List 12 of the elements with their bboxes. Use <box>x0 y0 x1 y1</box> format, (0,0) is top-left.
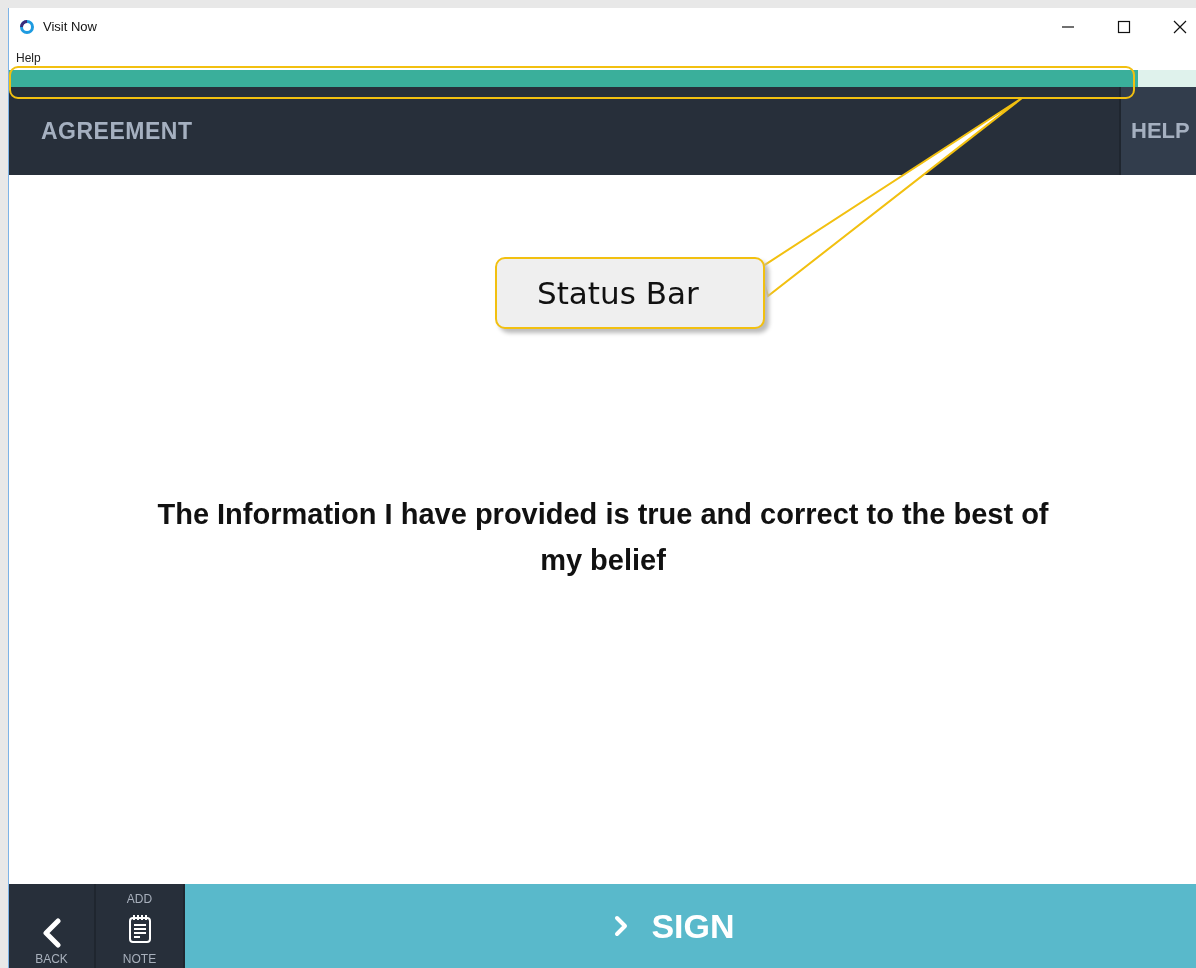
chevron-right-icon <box>613 914 630 938</box>
page-title: AGREEMENT <box>41 117 193 145</box>
app-logo-icon <box>19 18 35 35</box>
close-icon[interactable] <box>1173 19 1187 34</box>
chevron-left-icon <box>40 918 63 948</box>
notepad-icon <box>127 914 152 944</box>
help-button[interactable]: HELP <box>1119 87 1196 175</box>
maximize-icon[interactable] <box>1117 19 1131 34</box>
menu-item[interactable]: Help <box>16 50 41 65</box>
callout-label: Status Bar <box>495 257 765 329</box>
agreement-text: The Information I have provided is true and correct to the best of my belief <box>156 496 1050 578</box>
window-title: Visit Now <box>43 19 97 34</box>
